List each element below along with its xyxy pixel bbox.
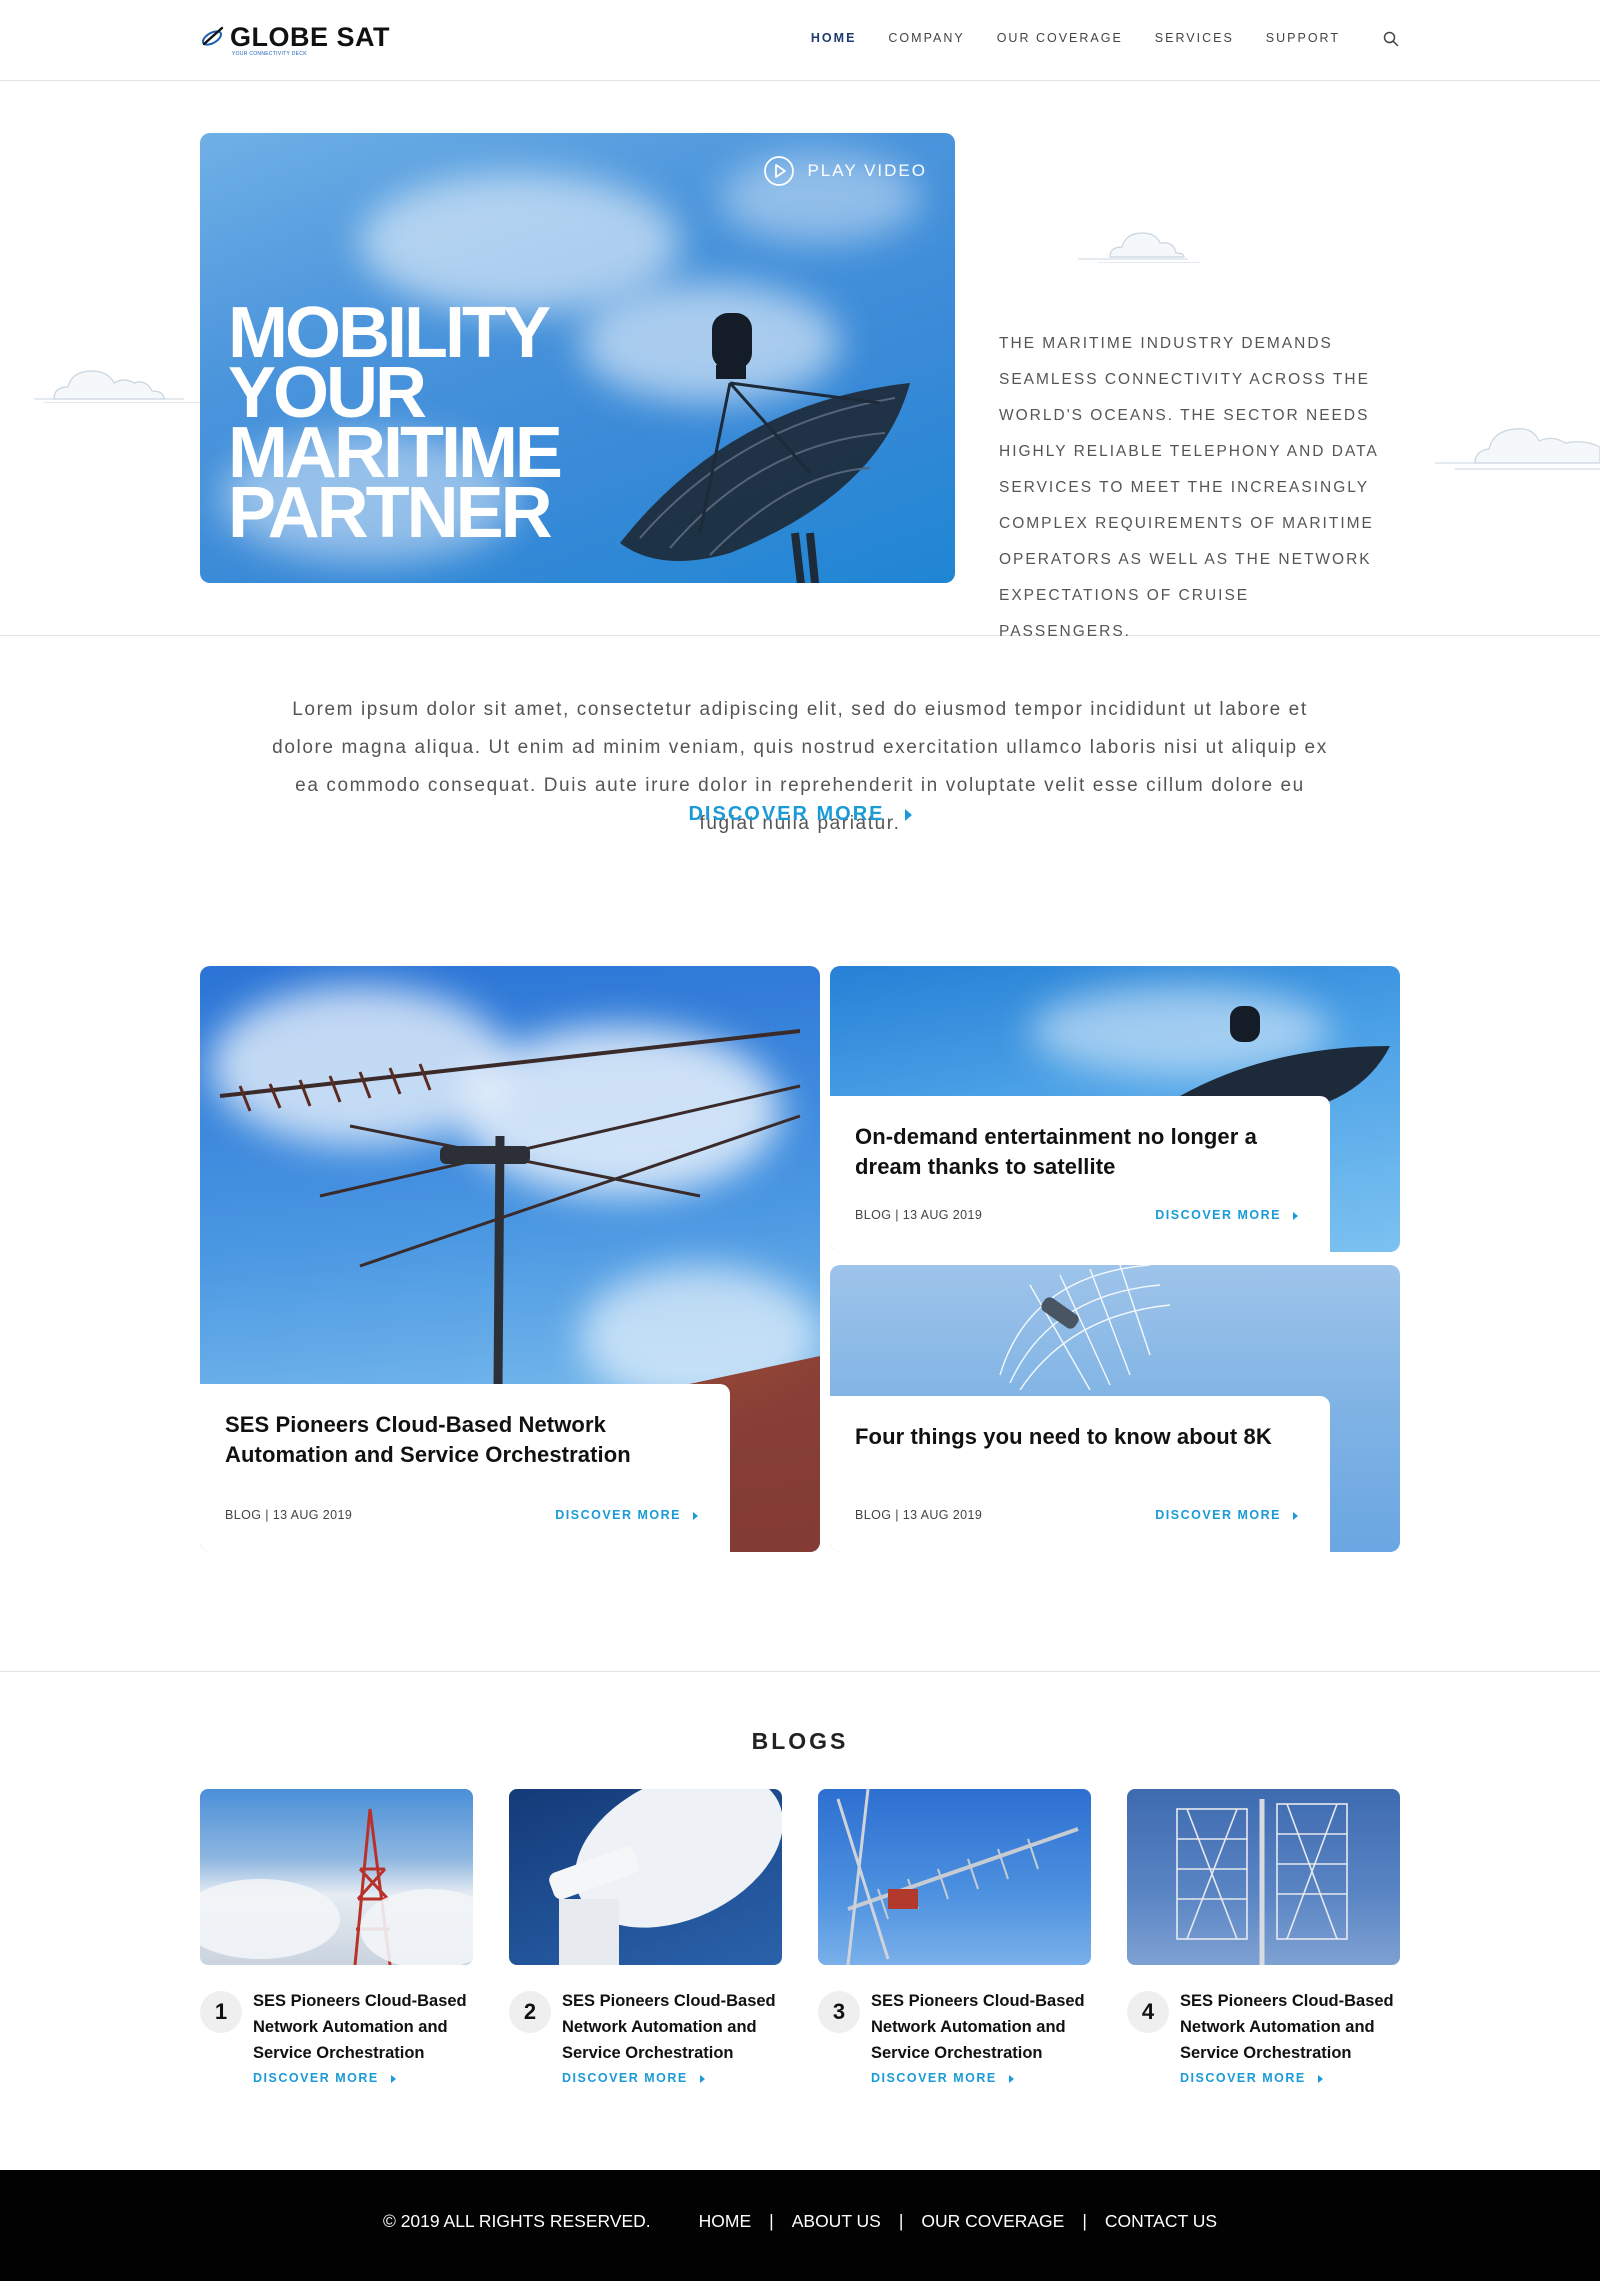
featured-articles: SES Pioneers Cloud-Based Network Automat… bbox=[0, 966, 1600, 1672]
discover-more-label: DISCOVER MORE bbox=[562, 2071, 688, 2085]
satellite-dish-illustration bbox=[620, 313, 910, 583]
discover-more-label: DISCOVER MORE bbox=[1155, 1508, 1281, 1522]
blogs-section: BLOGS 1 SES Pioneers Cloud-Based Network… bbox=[0, 1672, 1600, 2170]
copyright-text: © 2019 ALL RIGHTS RESERVED. bbox=[382, 2211, 651, 2231]
nav-item-home[interactable]: HOME bbox=[811, 31, 857, 45]
discover-more-label: DISCOVER MORE bbox=[1155, 1208, 1281, 1222]
blog-title[interactable]: SES Pioneers Cloud-Based Network Automat… bbox=[1180, 1988, 1405, 2066]
site-footer: © 2019 ALL RIGHTS RESERVED. HOME | ABOUT… bbox=[0, 2170, 1600, 2281]
featured-card-title[interactable]: SES Pioneers Cloud-Based Network Automat… bbox=[225, 1410, 706, 1470]
panel-antenna-illustration bbox=[1176, 1799, 1348, 1965]
arrow-right-icon bbox=[1293, 1211, 1298, 1220]
blog-discover-more-link[interactable]: DISCOVER MORE bbox=[253, 2071, 396, 2085]
radio-tower-illustration bbox=[200, 1808, 473, 1965]
arrow-right-icon bbox=[1317, 2074, 1323, 2083]
discover-more-label: DISCOVER MORE bbox=[871, 2071, 997, 2085]
discover-more-label: DISCOVER MORE bbox=[688, 803, 885, 825]
nav-item-support[interactable]: SUPPORT bbox=[1266, 31, 1340, 45]
hero-cloud bbox=[360, 173, 680, 313]
arrow-right-icon bbox=[1008, 2074, 1014, 2083]
featured-discover-more-link[interactable]: DISCOVER MORE bbox=[1155, 1208, 1298, 1222]
footer-link-home[interactable]: HOME bbox=[699, 2211, 752, 2232]
blog-number-badge: 2 bbox=[509, 1991, 551, 2033]
featured-card-meta: BLOG | 13 AUG 2019 bbox=[225, 1508, 353, 1522]
featured-discover-more-link[interactable]: DISCOVER MORE bbox=[555, 1508, 698, 1522]
discover-more-label: DISCOVER MORE bbox=[1180, 2071, 1306, 2085]
footer-link-about-us[interactable]: ABOUT US bbox=[792, 2211, 881, 2232]
blog-discover-more-link[interactable]: DISCOVER MORE bbox=[871, 2071, 1014, 2085]
footer-separator: | bbox=[769, 2211, 774, 2231]
brand-logo[interactable]: GLOBE SAT YOUR CONNECTIVITY DECK bbox=[200, 22, 390, 58]
cloud-decoration-icon bbox=[1078, 232, 1200, 263]
featured-card-content: SES Pioneers Cloud-Based Network Automat… bbox=[200, 1384, 730, 1552]
footer-link-contact-us[interactable]: CONTACT US bbox=[1105, 2211, 1217, 2232]
featured-card-meta: BLOG | 13 AUG 2019 bbox=[855, 1508, 983, 1522]
blog-number-badge: 3 bbox=[818, 1991, 860, 2033]
discover-more-label: DISCOVER MORE bbox=[555, 1508, 681, 1522]
play-circle-icon bbox=[764, 156, 795, 186]
featured-card-content: Four things you need to know about 8K BL… bbox=[830, 1396, 1330, 1552]
blog-thumbnail[interactable] bbox=[1127, 1789, 1400, 1965]
featured-card-large[interactable]: SES Pioneers Cloud-Based Network Automat… bbox=[200, 966, 820, 1552]
nav-item-services[interactable]: SERVICES bbox=[1155, 31, 1234, 45]
arrow-right-icon bbox=[693, 1511, 698, 1520]
footer-bar: © 2019 ALL RIGHTS RESERVED. HOME | ABOUT… bbox=[0, 2211, 1600, 2232]
hero-title: MOBILITY YOUR MARITIME PARTNER bbox=[228, 297, 628, 553]
satellite-dish-illustration bbox=[549, 1789, 782, 1965]
blog-number-badge: 4 bbox=[1127, 1991, 1169, 2033]
nav-item-our-coverage[interactable]: OUR COVERAGE bbox=[997, 31, 1123, 45]
blog-card[interactable]: 2 SES Pioneers Cloud-Based Network Autom… bbox=[509, 1789, 782, 2085]
brand-tagline: YOUR CONNECTIVITY DECK bbox=[232, 51, 307, 57]
blog-number-badge: 1 bbox=[200, 1991, 242, 2033]
featured-card-title[interactable]: Four things you need to know about 8K bbox=[845, 1422, 1306, 1452]
discover-more-button[interactable]: DISCOVER MORE bbox=[0, 803, 1600, 826]
blog-title[interactable]: SES Pioneers Cloud-Based Network Automat… bbox=[562, 1988, 787, 2066]
footer-separator: | bbox=[1082, 2211, 1087, 2231]
intro-section: Lorem ipsum dolor sit amet, consectetur … bbox=[0, 636, 1600, 966]
blog-card[interactable]: 1 SES Pioneers Cloud-Based Network Autom… bbox=[200, 1789, 473, 2085]
featured-card-meta: BLOG | 13 AUG 2019 bbox=[855, 1208, 983, 1222]
hero-video-card[interactable]: MOBILITY YOUR MARITIME PARTNER PLAY VIDE… bbox=[200, 133, 955, 583]
blog-thumbnail[interactable] bbox=[200, 1789, 473, 1965]
hero-section: MOBILITY YOUR MARITIME PARTNER PLAY VIDE… bbox=[0, 81, 1600, 640]
arrow-right-icon bbox=[390, 2074, 396, 2083]
footer-link-our-coverage[interactable]: OUR COVERAGE bbox=[921, 2211, 1064, 2232]
blog-thumbnail[interactable] bbox=[818, 1789, 1091, 1965]
discover-more-label: DISCOVER MORE bbox=[253, 2071, 379, 2085]
featured-discover-more-link[interactable]: DISCOVER MORE bbox=[1155, 1508, 1298, 1522]
search-icon[interactable] bbox=[1382, 30, 1400, 48]
featured-card-title[interactable]: On-demand entertainment no longer a drea… bbox=[845, 1122, 1306, 1182]
blog-discover-more-link[interactable]: DISCOVER MORE bbox=[562, 2071, 705, 2085]
featured-card-small[interactable]: Four things you need to know about 8K BL… bbox=[830, 1265, 1400, 1552]
arrow-right-icon bbox=[1293, 1511, 1298, 1520]
blog-discover-more-link[interactable]: DISCOVER MORE bbox=[1180, 2071, 1323, 2085]
site-header: GLOBE SAT YOUR CONNECTIVITY DECK HOME CO… bbox=[0, 0, 1600, 81]
nav-item-company[interactable]: COMPANY bbox=[888, 31, 964, 45]
blog-card[interactable]: 3 SES Pioneers Cloud-Based Network Autom… bbox=[818, 1789, 1091, 2085]
tv-antenna-illustration bbox=[836, 1789, 1079, 1965]
arrow-right-icon bbox=[904, 808, 912, 821]
main-nav: HOME COMPANY OUR COVERAGE SERVICES SUPPO… bbox=[811, 31, 1340, 45]
arrow-right-icon bbox=[699, 2074, 705, 2083]
blogs-heading: BLOGS bbox=[751, 1728, 849, 1754]
footer-separator: | bbox=[898, 2211, 904, 2231]
brand-name: GLOBE SAT bbox=[230, 22, 391, 52]
grid-antenna-illustration bbox=[999, 1265, 1170, 1391]
blog-title[interactable]: SES Pioneers Cloud-Based Network Automat… bbox=[253, 1988, 478, 2066]
hero-description: THE MARITIME INDUSTRY DEMANDS SEAMLESS C… bbox=[999, 335, 1378, 640]
featured-card-content: On-demand entertainment no longer a drea… bbox=[830, 1096, 1330, 1252]
hero-title-line: PARTNER bbox=[228, 473, 553, 553]
play-video-label: PLAY VIDEO bbox=[807, 161, 927, 180]
blog-title[interactable]: SES Pioneers Cloud-Based Network Automat… bbox=[871, 1988, 1096, 2066]
logo-swoosh-icon bbox=[201, 26, 224, 46]
featured-card-small[interactable]: On-demand entertainment no longer a drea… bbox=[830, 966, 1400, 1252]
play-video-button[interactable]: PLAY VIDEO bbox=[763, 155, 927, 187]
blog-thumbnail[interactable] bbox=[509, 1789, 782, 1965]
cloud-decoration-icon bbox=[1435, 428, 1600, 470]
cloud-decoration-icon bbox=[34, 370, 204, 403]
blog-card[interactable]: 4 SES Pioneers Cloud-Based Network Autom… bbox=[1127, 1789, 1400, 2085]
